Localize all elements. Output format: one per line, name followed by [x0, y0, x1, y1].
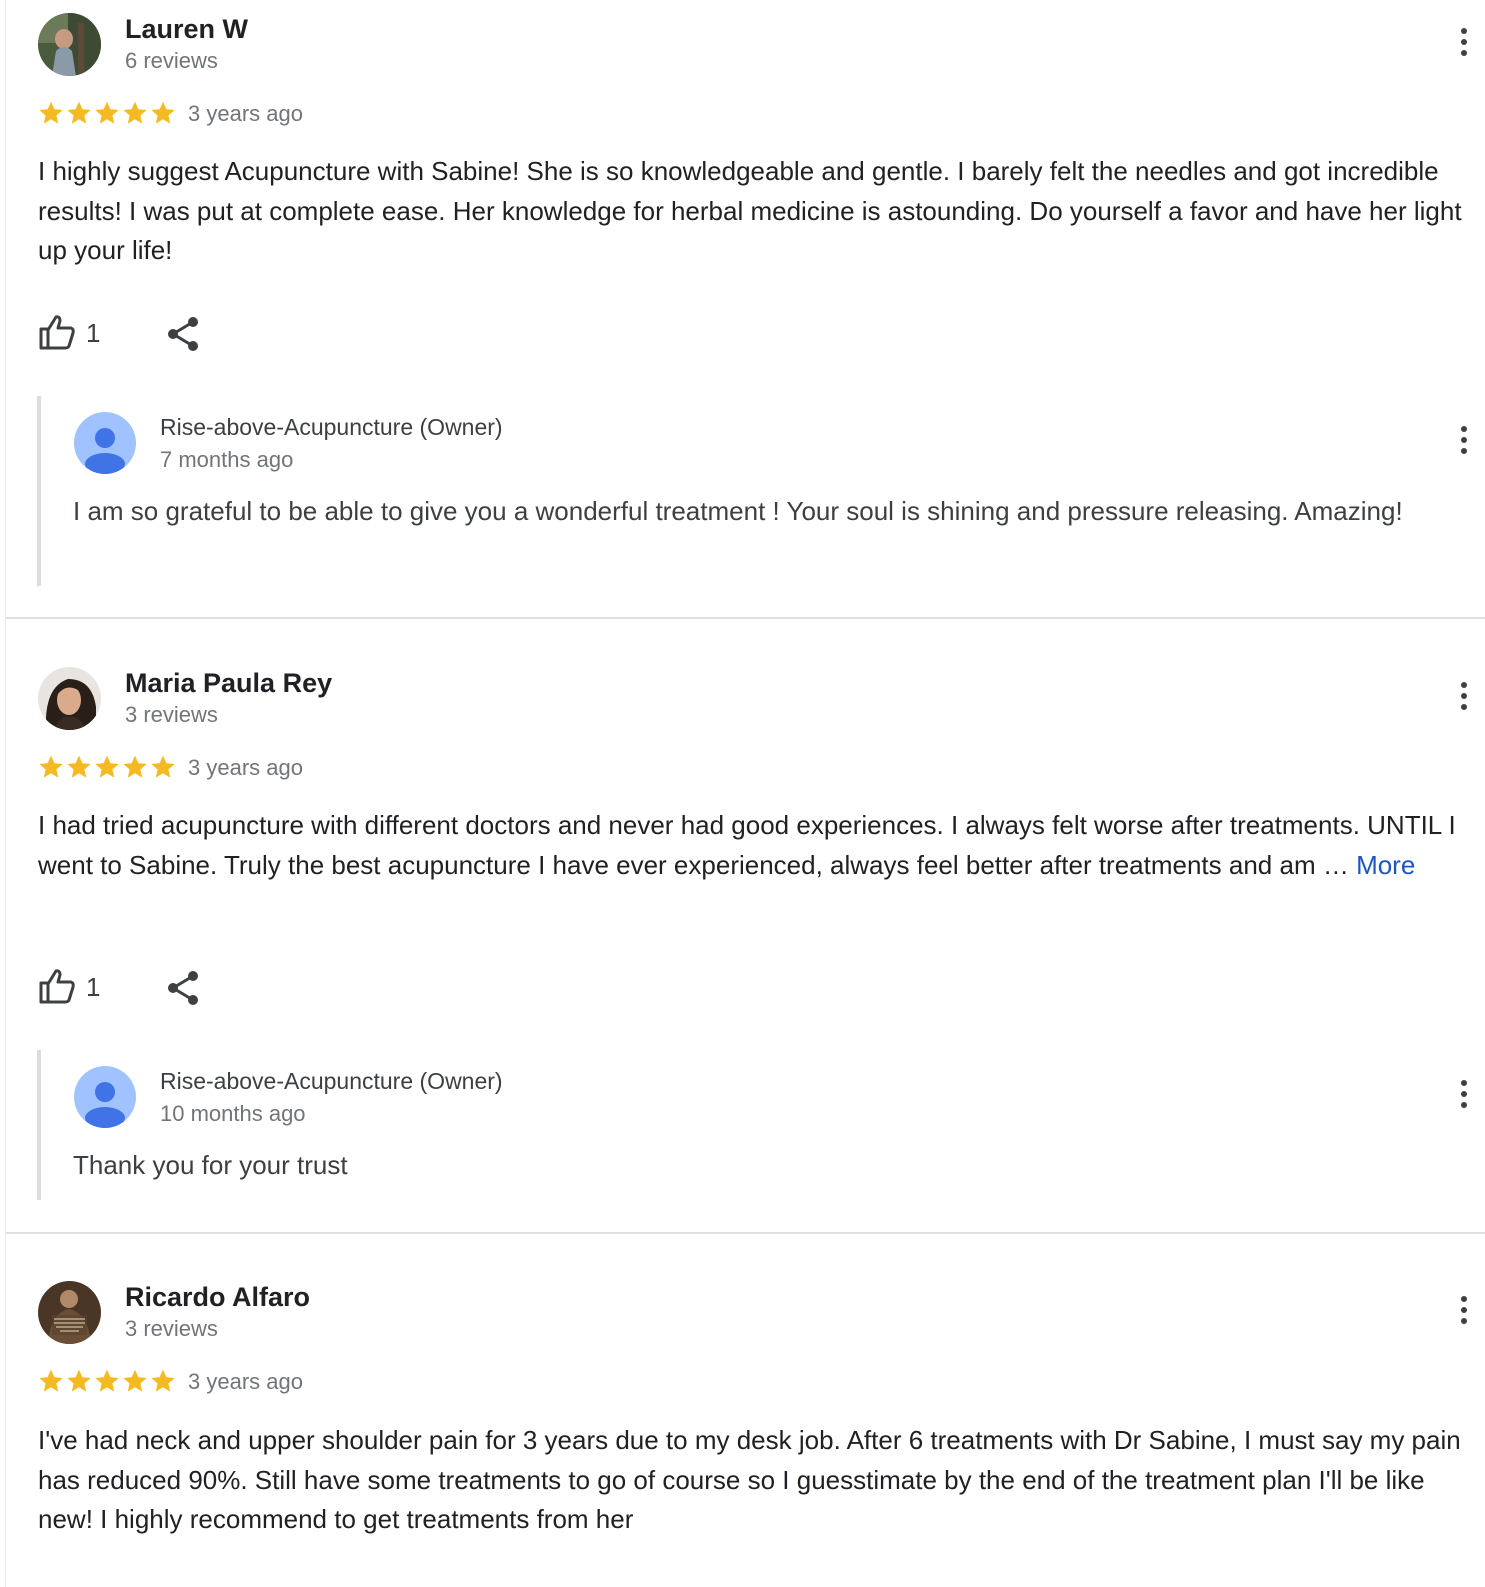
reviewer-review-count: 6 reviews	[125, 48, 218, 73]
star-icon	[95, 101, 119, 124]
reviewer-avatar[interactable]	[38, 667, 101, 730]
more-options-icon[interactable]	[1461, 28, 1469, 64]
review-date: 3 years ago	[188, 1369, 303, 1394]
star-rating	[37, 99, 177, 127]
star-icon	[123, 101, 147, 124]
star-icon	[67, 1369, 91, 1392]
more-options-icon[interactable]	[1461, 426, 1469, 462]
review-text-body: I had tried acupuncture with different d…	[38, 810, 1456, 880]
star-icon	[123, 755, 147, 778]
star-icon	[39, 1369, 63, 1392]
star-rating	[37, 753, 177, 781]
more-link[interactable]: More	[1356, 850, 1415, 880]
more-options-icon[interactable]	[1461, 1080, 1469, 1116]
review-date: 3 years ago	[188, 101, 303, 126]
owner-reply-date: 7 months ago	[160, 447, 294, 472]
owner-avatar	[74, 412, 136, 474]
star-icon	[151, 755, 175, 778]
like-count: 1	[86, 318, 101, 348]
star-icon	[67, 755, 91, 778]
review-text: I had tried acupuncture with different d…	[38, 806, 1478, 885]
owner-reply-text: I am so grateful to be able to give you …	[73, 496, 1403, 526]
star-icon	[151, 1369, 175, 1392]
more-options-icon[interactable]	[1461, 682, 1469, 718]
share-icon[interactable]	[165, 969, 201, 1007]
owner-reply-bar	[37, 1050, 41, 1200]
star-icon	[95, 755, 119, 778]
review-text: I've had neck and upper shoulder pain fo…	[38, 1421, 1478, 1540]
reviewer-name[interactable]: Lauren W	[125, 14, 248, 45]
owner-avatar	[74, 1066, 136, 1128]
reviewer-avatar[interactable]	[38, 13, 101, 76]
review-card: Maria Paula Rey 3 reviews 3 years ago I …	[0, 620, 1485, 1235]
review-date: 3 years ago	[188, 755, 303, 780]
review-text-body: I've had neck and upper shoulder pain fo…	[38, 1425, 1461, 1534]
star-rating	[37, 1367, 177, 1395]
star-icon	[151, 101, 175, 124]
owner-name: Rise-above-Acupuncture (Owner)	[160, 414, 503, 440]
like-count: 1	[86, 972, 101, 1002]
star-icon	[67, 101, 91, 124]
owner-reply-text: Thank you for your trust	[73, 1150, 348, 1180]
reviewer-review-count: 3 reviews	[125, 1316, 218, 1341]
review-card: Lauren W 6 reviews 3 years ago I highly …	[0, 0, 1485, 620]
review-divider	[6, 617, 1485, 619]
review-card: Ricardo Alfaro 3 reviews 3 years ago I'v…	[0, 1234, 1485, 1587]
share-icon[interactable]	[165, 315, 201, 353]
reviewer-avatar[interactable]	[38, 1281, 101, 1344]
thumbs-up-icon[interactable]	[38, 967, 76, 1005]
reviewer-review-count: 3 reviews	[125, 702, 218, 727]
owner-reply-bar	[37, 396, 41, 586]
owner-name: Rise-above-Acupuncture (Owner)	[160, 1068, 503, 1094]
reviewer-name[interactable]: Maria Paula Rey	[125, 668, 332, 699]
owner-reply-date: 10 months ago	[160, 1101, 306, 1126]
star-icon	[39, 101, 63, 124]
thumbs-up-icon[interactable]	[38, 313, 76, 351]
review-text: I highly suggest Acupuncture with Sabine…	[38, 152, 1478, 271]
more-options-icon[interactable]	[1461, 1296, 1469, 1332]
star-icon	[95, 1369, 119, 1392]
star-icon	[39, 755, 63, 778]
star-icon	[123, 1369, 147, 1392]
review-text-body: I highly suggest Acupuncture with Sabine…	[38, 156, 1462, 265]
reviewer-name[interactable]: Ricardo Alfaro	[125, 1282, 310, 1313]
